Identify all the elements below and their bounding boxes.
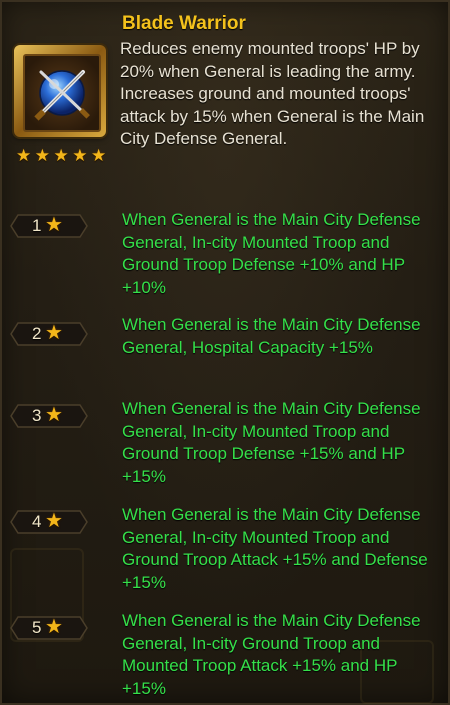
level-effect: When General is the Main City Defense Ge… [122, 399, 421, 486]
star-icon: ★ [45, 404, 63, 426]
skill-description: Reduces enemy mounted troops' HP by 20% … [120, 39, 425, 148]
level-effect: When General is the Main City Defense Ge… [122, 611, 421, 698]
level-number: 4 [32, 512, 42, 531]
level-badge: 2 ★ [10, 320, 88, 348]
star-icon: ★ [45, 214, 63, 236]
level-number: 3 [32, 406, 42, 425]
star-icon: ★ [91, 146, 107, 165]
skill-icon [14, 45, 106, 137]
skill-tooltip-panel: ★ ★ ★ ★ ★ Blade Warrior Reduces enemy mo… [0, 0, 450, 705]
star-icon: ★ [72, 146, 88, 165]
level-number: 1 [32, 216, 42, 235]
level-badge: 5 ★ [10, 614, 88, 642]
star-icon: ★ [16, 146, 32, 165]
skill-rating: ★ ★ ★ ★ ★ [16, 147, 108, 165]
level-effect: When General is the Main City Defense Ge… [122, 315, 421, 357]
level-effect: When General is the Main City Defense Ge… [122, 210, 421, 297]
skill-title: Blade Warrior [122, 13, 246, 34]
star-icon: ★ [45, 510, 63, 532]
star-icon: ★ [45, 616, 63, 638]
star-icon: ★ [53, 146, 69, 165]
star-icon: ★ [34, 146, 50, 165]
level-number: 5 [32, 618, 42, 637]
level-effect: When General is the Main City Defense Ge… [122, 505, 428, 592]
star-icon: ★ [45, 322, 63, 344]
crossed-swords-orb-icon [23, 54, 101, 132]
level-badge: 1 ★ [10, 212, 88, 240]
level-badge: 4 ★ [10, 508, 88, 536]
level-number: 2 [32, 324, 42, 343]
level-badge: 3 ★ [10, 402, 88, 430]
